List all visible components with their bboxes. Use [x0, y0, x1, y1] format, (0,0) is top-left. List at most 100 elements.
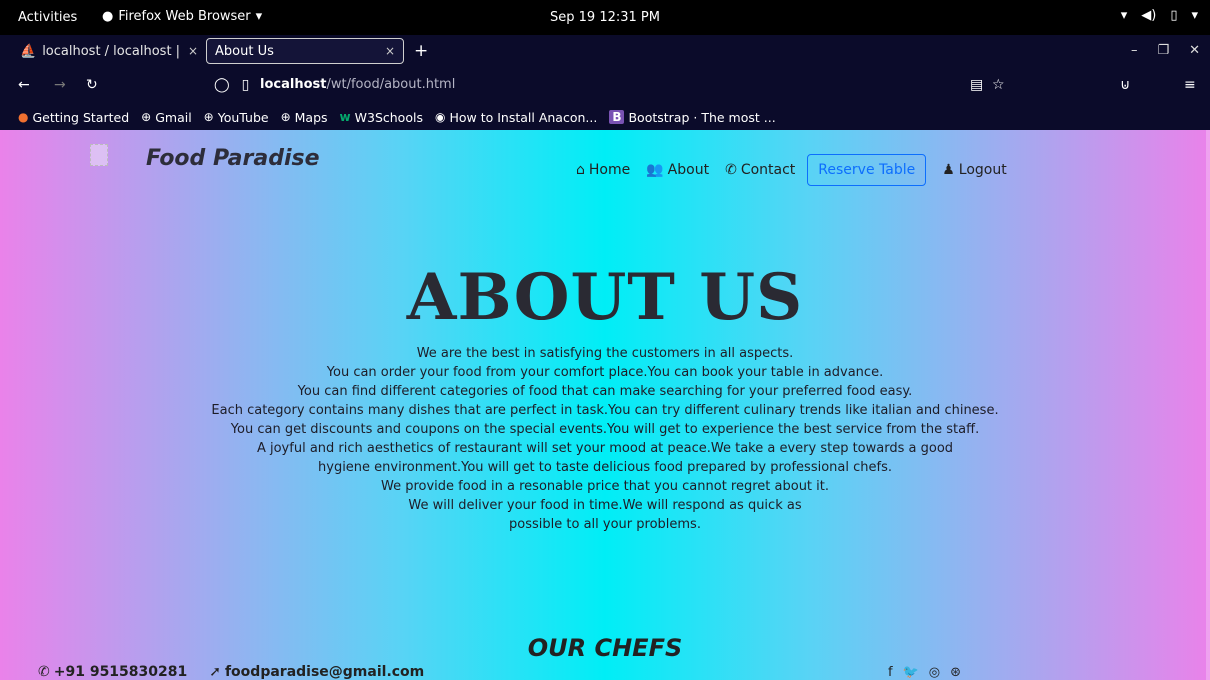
bookmark-youtube[interactable]: ⊕ YouTube [204, 110, 269, 125]
bookmark-label: Maps [294, 109, 328, 125]
nav-logout[interactable]: ♟ Logout [942, 162, 1007, 178]
nav-about[interactable]: 👥 About [646, 162, 709, 178]
paper-plane-icon: ➚ [209, 664, 221, 680]
app-menu-label: Firefox Web Browser [118, 9, 251, 24]
page-icon[interactable]: ▯ [242, 77, 250, 93]
forward-button[interactable]: → [54, 77, 66, 93]
minimize-icon[interactable]: – [1131, 43, 1138, 58]
about-line: You can get discounts and coupons on the… [230, 422, 980, 437]
menu-icon[interactable]: ≡ [1184, 77, 1196, 93]
tab-label: About Us [215, 43, 274, 59]
firefox-icon: ● [18, 110, 29, 124]
user-icon: ♟ [942, 162, 955, 178]
email-address: foodparadise@gmail.com [224, 664, 425, 680]
bookmark-label: Gmail [155, 109, 192, 125]
tab-phpmyadmin[interactable]: ⛵ localhost / localhost | php × [12, 38, 206, 64]
dribbble-icon[interactable]: ⊛ [950, 665, 961, 680]
globe-icon: ⊕ [203, 110, 214, 124]
users-icon: 👥 [646, 162, 664, 178]
bootstrap-icon: B [609, 110, 625, 124]
wifi-icon: ▾ [1120, 8, 1128, 23]
bookmark-label: Getting Started [32, 109, 130, 125]
url-path: /wt/food/about.html [326, 77, 456, 92]
bookmark-label: YouTube [217, 109, 269, 125]
url-host: localhost [260, 77, 327, 92]
facebook-icon[interactable]: f [888, 665, 893, 680]
bookmark-maps[interactable]: ⊕ Maps [281, 110, 328, 125]
home-icon: ⌂ [576, 162, 585, 178]
bookmark-w3schools[interactable]: w W3Schools [340, 110, 423, 125]
contact-info: ✆ +91 9515830281 ➚ foodparadise@gmail.com [38, 664, 424, 680]
pocket-icon[interactable]: ⊍ [1120, 77, 1130, 93]
about-line: hygiene environment.You will get to tast… [318, 460, 892, 475]
email-link[interactable]: ➚ foodparadise@gmail.com [209, 664, 424, 680]
phone-icon: ✆ [38, 664, 50, 680]
restore-icon[interactable]: ❐ [1157, 43, 1169, 58]
tab-about-us[interactable]: About Us × [206, 38, 404, 64]
reader-view-icon[interactable]: ▤ [970, 77, 983, 93]
phone-link[interactable]: ✆ +91 9515830281 [38, 664, 187, 680]
brand-name[interactable]: Food Paradise [146, 146, 320, 171]
url-bar[interactable]: localhost/wt/food/about.html [260, 77, 455, 92]
page-viewport: Food Paradise ⌂ Home 👥 About ✆ Contact Rese… [0, 130, 1210, 680]
about-line: You can order your food from your comfor… [326, 365, 884, 380]
reload-button[interactable]: ↻ [86, 77, 98, 93]
bookmark-anaconda[interactable]: ◉ How to Install Anacon... [435, 110, 597, 125]
battery-icon: ▯ [1170, 8, 1178, 23]
bookmark-getting-started[interactable]: ● Getting Started [18, 110, 129, 125]
about-line: possible to all your problems. [509, 517, 701, 532]
broken-logo-image[interactable] [90, 144, 108, 166]
bookmark-label: W3Schools [354, 109, 423, 125]
chevron-down-icon: ▾ [255, 9, 263, 24]
w3schools-icon: w [339, 110, 351, 124]
bookmark-label: Bootstrap · The most ... [628, 109, 776, 125]
nav-home[interactable]: ⌂ Home [576, 162, 630, 178]
tab-strip: ⛵ localhost / localhost | php × About Us… [0, 35, 1210, 66]
about-line: You can find different categories of foo… [297, 384, 913, 399]
bookmark-star-icon[interactable]: ☆ [992, 77, 1005, 93]
social-links: f 🐦 ◎ ⊛ [888, 665, 961, 680]
about-paragraph: We are the best in satisfying the custom… [0, 344, 1210, 534]
bookmark-gmail[interactable]: ⊕ Gmail [141, 110, 192, 125]
site-nav: ⌂ Home 👥 About ✆ Contact Reserve Table ♟ Log… [576, 153, 1007, 187]
chevron-down-icon: ▾ [1191, 8, 1198, 23]
phone-icon: ✆ [725, 162, 737, 178]
app-menu[interactable]: ● Firefox Web Browser ▾ [102, 9, 262, 24]
page-title: ABOUT US [406, 260, 804, 335]
globe-icon: ⊕ [141, 110, 152, 124]
close-icon[interactable]: × [188, 44, 198, 58]
reserve-table-button[interactable]: Reserve Table [807, 154, 927, 186]
activities-button[interactable]: Activities [18, 10, 77, 25]
system-top-bar: Activities ● Firefox Web Browser ▾ Sep 1… [0, 0, 1210, 35]
chefs-heading: OUR CHEFS [527, 634, 683, 662]
instagram-icon[interactable]: ◎ [929, 665, 940, 680]
close-icon[interactable]: × [385, 44, 395, 58]
navigation-bar: ← → ↻ ◯ ▯ localhost/wt/food/about.html ▤… [0, 66, 1210, 104]
globe-icon: ⊕ [280, 110, 291, 124]
phpmyadmin-icon: ⛵ [20, 43, 37, 59]
nav-about-label: About [667, 162, 710, 178]
about-line: A joyful and rich aesthetics of restaura… [256, 441, 954, 456]
about-line: We will deliver your food in time.We wil… [408, 498, 802, 513]
new-tab-button[interactable]: + [414, 41, 428, 61]
back-button[interactable]: ← [18, 77, 30, 93]
shield-icon[interactable]: ◯ [214, 77, 230, 93]
firefox-icon: ● [102, 9, 114, 24]
bookmark-bootstrap[interactable]: B Bootstrap · The most ... [609, 109, 776, 125]
system-tray[interactable]: ▾ ◀) ▯ ▾ [1121, 8, 1198, 23]
scrollbar[interactable] [1206, 130, 1210, 680]
nav-contact-label: Contact [740, 162, 796, 178]
volume-icon: ◀) [1141, 8, 1157, 23]
bookmark-label: How to Install Anacon... [449, 109, 598, 125]
about-line: We provide food in a resonable price tha… [381, 479, 829, 494]
phone-number: +91 9515830281 [53, 664, 188, 680]
tab-label: localhost / localhost | php [42, 43, 182, 59]
anaconda-icon: ◉ [434, 110, 446, 124]
bookmarks-bar: ● Getting Started ⊕ Gmail ⊕ YouTube ⊕ Maps w… [0, 104, 1210, 130]
nav-logout-label: Logout [958, 162, 1007, 178]
close-window-icon[interactable]: ✕ [1189, 43, 1200, 58]
nav-contact[interactable]: ✆ Contact [725, 162, 795, 178]
twitter-icon[interactable]: 🐦 [903, 665, 919, 680]
about-line: We are the best in satisfying the custom… [416, 346, 794, 361]
clock[interactable]: Sep 19 12:31 PM [550, 10, 660, 25]
